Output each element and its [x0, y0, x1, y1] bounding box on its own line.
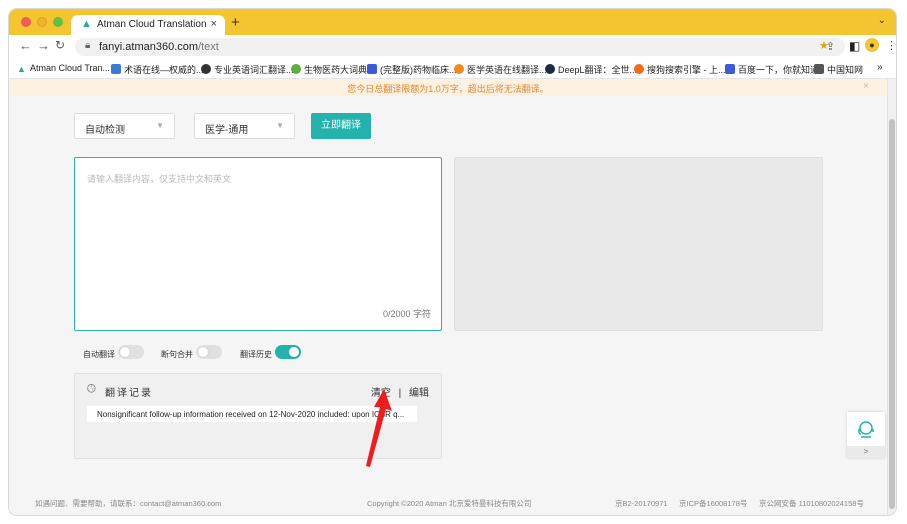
history-clock-icon: 🕓︎ [87, 383, 96, 395]
input-placeholder: 请输入翻译内容，仅支持中文和英文 [87, 174, 232, 184]
toggle-knob [198, 347, 208, 357]
bookmark-termonline[interactable]: 术语在线—权威的... [111, 63, 204, 76]
domain-select[interactable]: 医学-通用 ▼ [194, 113, 295, 139]
close-window-button[interactable] [21, 17, 31, 27]
bookmark-cnki[interactable]: 中国知网 [814, 63, 863, 76]
annotation-arrow [366, 389, 392, 467]
atman-logo-icon: ▲ [81, 18, 92, 30]
translate-now-button[interactable]: 立即翻译 [311, 113, 371, 139]
merge-sentences-toggle[interactable] [196, 345, 222, 359]
vocab-site-icon [201, 64, 211, 74]
history-title: 翻译记录 [105, 388, 153, 399]
new-tab-button[interactable]: + [231, 14, 240, 31]
toggle-knob [120, 347, 130, 357]
merge-sentences-label: 断句合并 [161, 350, 193, 359]
widget-expand-chevron-icon[interactable]: > [847, 446, 885, 458]
paw-icon [367, 64, 377, 74]
close-notice-icon[interactable]: × [863, 81, 869, 92]
deepl-icon [545, 64, 555, 74]
history-label: 翻译历史 [240, 350, 272, 359]
arrow-shape [366, 389, 392, 467]
maximize-window-button[interactable] [53, 17, 63, 27]
lock-icon: 🔒︎ [85, 40, 91, 51]
bookmark-deepl[interactable]: DeepL翻译：全世... [545, 63, 637, 76]
scrollbar-thumb[interactable] [889, 119, 895, 509]
profile-avatar-icon[interactable]: ● [865, 38, 879, 52]
bookmark-baidu[interactable]: 百度一下，你就知道 [725, 63, 819, 76]
biomed-dict-icon [291, 64, 301, 74]
footer-contact: 如遇问题、需要帮助，请联系：contact@atman360.com [35, 499, 222, 508]
auto-translate-label: 自动翻译 [83, 350, 115, 359]
med-english-icon [454, 64, 464, 74]
url-text: fanyi.atman360.com/text [99, 41, 219, 53]
sogou-icon [634, 64, 644, 74]
back-arrow-icon[interactable]: ← [19, 38, 32, 53]
footer-license-3[interactable]: 京公网安备 11010802024158号 [759, 498, 864, 509]
footer-license-2[interactable]: 京ICP备16008178号 [679, 498, 747, 509]
termonline-icon [111, 64, 121, 74]
bookmark-sogou[interactable]: 搜狗搜索引擎 - 上... [634, 63, 726, 76]
footer-copyright: Copyright ©2020 Atman 北京爱特曼科技有限公司 [367, 499, 532, 508]
browser-toolbar: ← → ↻ 🔒︎ fanyi.atman360.com/text ⇪ ★ ◧ ●… [9, 35, 896, 59]
page-scrollbar[interactable] [887, 79, 896, 515]
bookmarks-more-icon[interactable]: » [877, 62, 883, 73]
tab-list-chevron-icon[interactable]: ⌄ [878, 15, 886, 26]
edit-history-button[interactable]: 编辑 [409, 388, 429, 399]
footer-license-1[interactable]: 京B2-20170971 [615, 498, 668, 509]
tab-atman[interactable]: ▲ Atman Cloud Translation × [71, 15, 225, 35]
domain-value: 医学-通用 [205, 125, 249, 136]
chevron-down-icon: ▼ [156, 121, 164, 130]
headset-icon [858, 421, 874, 438]
auto-translate-toggle[interactable] [118, 345, 144, 359]
translation-output [454, 157, 823, 331]
bookmark-clinical-trial[interactable]: (完整版)药物临床... [367, 63, 457, 76]
bookmark-vocab[interactable]: 专业英语词汇翻译... [201, 63, 294, 76]
actions-separator: | [398, 388, 402, 399]
bookmarks-bar: ▲ Atman Cloud Tran... 术语在线—权威的... 专业英语词汇翻… [9, 59, 896, 79]
footer: 如遇问题、需要帮助，请联系：contact@atman360.com Copyr… [9, 493, 887, 515]
cnki-icon [814, 64, 824, 74]
sidebar-icon[interactable]: ◧ [849, 39, 860, 53]
quota-notice-text: 您今日总翻译限额为1.0万字，超出后将无法翻译。 [347, 84, 549, 94]
minimize-window-button[interactable] [37, 17, 47, 27]
more-menu-icon[interactable]: ⋮ [886, 39, 896, 52]
bookmark-med-english[interactable]: 医学英语在线翻译... [454, 63, 547, 76]
bookmark-atman[interactable]: ▲ Atman Cloud Tran... [17, 63, 110, 74]
forward-arrow-icon[interactable]: → [37, 38, 50, 53]
char-counter: 0/2000 字符 [382, 309, 431, 319]
history-toggle[interactable] [275, 345, 301, 359]
browser-window: ▲ Atman Cloud Translation × + ⌄ ← → ↻ 🔒︎… [9, 9, 896, 515]
tab-title: Atman Cloud Translation [97, 19, 207, 30]
quota-notice-bar: 您今日总翻译限额为1.0万字，超出后将无法翻译。 × [9, 79, 887, 96]
atman-logo-icon: ▲ [17, 64, 26, 74]
star-bookmark-icon[interactable]: ★ [819, 39, 829, 52]
paw-icon [725, 64, 735, 74]
chevron-down-icon: ▼ [276, 121, 284, 130]
source-language-value: 自动检测 [85, 125, 125, 136]
page-content: 您今日总翻译限额为1.0万字，超出后将无法翻译。 × 自动检测 ▼ 医学-通用 … [9, 79, 896, 515]
tab-close-icon[interactable]: × [211, 18, 217, 30]
bookmark-biomed-dict[interactable]: 生物医药大词典 [291, 63, 367, 76]
reload-icon[interactable]: ↻ [55, 38, 65, 52]
title-bar: ▲ Atman Cloud Translation × + ⌄ [9, 9, 896, 35]
source-language-select[interactable]: 自动检测 ▼ [74, 113, 175, 139]
address-bar[interactable]: 🔒︎ fanyi.atman360.com/text ⇪ [75, 38, 845, 56]
toggle-knob [289, 347, 299, 357]
source-text-input[interactable]: 请输入翻译内容，仅支持中文和英文 0/2000 字符 [74, 157, 442, 331]
